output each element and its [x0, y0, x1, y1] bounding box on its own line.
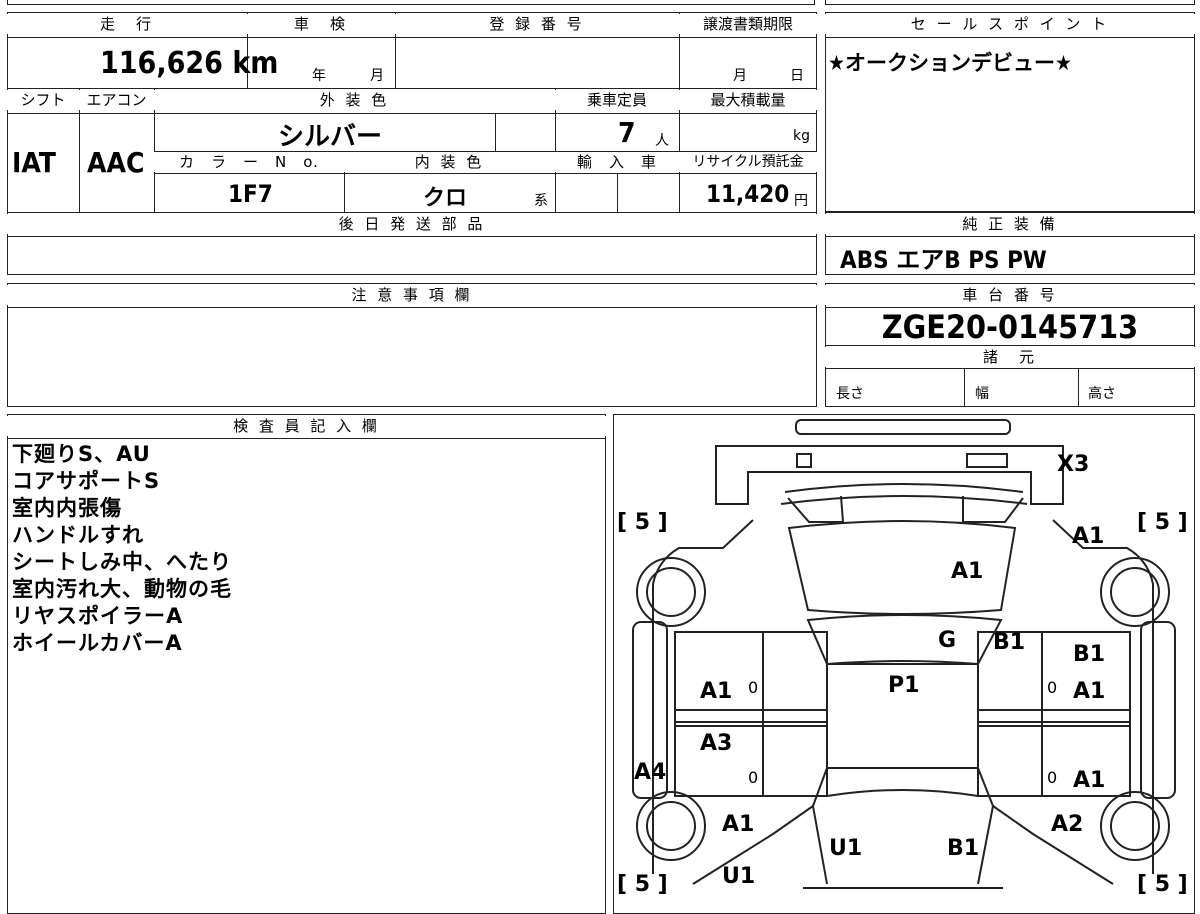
mark-left-rocker: A4: [634, 760, 667, 785]
mark-zero: 0: [1047, 678, 1058, 697]
mark-left-rear-door: A3: [700, 731, 733, 756]
note-line: 室内内張傷: [12, 496, 122, 520]
capacity-unit: 人: [655, 133, 669, 149]
capacity-value: 7: [618, 116, 636, 149]
transfer-day-unit: 日: [790, 68, 804, 84]
sales-point-text: ★オークションデビュー★: [828, 51, 1072, 75]
note-line: コアサポートS: [12, 469, 161, 493]
specs-header: 諸 元: [825, 347, 1195, 367]
capacity-header: 乗車定員: [555, 90, 679, 110]
mileage-header: 走 行: [7, 14, 247, 34]
note-line: シートしみ中、へたり: [12, 550, 232, 574]
inspection-month-unit: 月: [370, 68, 384, 84]
later-parts-header: 後 日 発 送 部 品: [7, 214, 817, 234]
chassis-number: ZGE20-0145713: [881, 308, 1139, 346]
transfer-deadline-header: 譲渡書類期限: [679, 14, 817, 34]
note-line: リヤスポイラーA: [12, 604, 184, 628]
mark-right-front-fender: A1: [1072, 524, 1105, 549]
mark-roof: P1: [888, 673, 920, 698]
mark-right-rear-door: A1: [1073, 768, 1106, 793]
mark-windshield: G: [938, 628, 957, 653]
chassis-header: 車 台 番 号: [825, 285, 1195, 305]
height-label: 高さ: [1088, 386, 1116, 402]
mark-zero: 0: [748, 768, 759, 787]
note-line: 下廻りS、AU: [12, 442, 151, 466]
sales-point-header: セ ー ル ス ポ イ ン ト: [825, 14, 1195, 34]
registration-header: 登 録 番 号: [395, 14, 679, 34]
exterior-color-value: シルバー: [278, 122, 383, 152]
exterior-color-header: 外 装 色: [154, 90, 555, 110]
tire-rear-right: [ 5 ]: [1137, 872, 1188, 897]
top-stub: [7, 0, 815, 5]
aircon-header: エアコン: [79, 90, 154, 110]
mark-x3: X3: [1057, 452, 1090, 477]
car-outline-drawing: [632, 419, 1176, 889]
width-label: 幅: [975, 386, 989, 402]
inspection-header: 車 検: [247, 14, 395, 34]
tire-front-right: [ 5 ]: [1137, 510, 1188, 535]
shift-header: シフト: [7, 90, 79, 110]
recycle-fee-header: リサイクル預託金: [679, 152, 817, 172]
mark-rear-left: U1: [722, 864, 756, 889]
mark-zero: 0: [748, 678, 759, 697]
recycle-fee-unit: 円: [794, 193, 808, 209]
length-label: 長さ: [836, 386, 864, 402]
mileage-value: 116,626 km: [100, 46, 279, 81]
max-load-unit: kg: [793, 128, 810, 144]
import-header: 輸 入 車: [555, 152, 679, 172]
shift-value: IAT: [12, 146, 56, 179]
mark-right-fender: B1: [1073, 642, 1106, 667]
mark-hood: A1: [951, 559, 984, 584]
inspection-year-unit: 年: [312, 68, 326, 84]
tire-front-left: [ 5 ]: [617, 510, 668, 535]
mark-right-quarter: A2: [1051, 812, 1084, 837]
interior-color-value: クロ: [423, 186, 468, 211]
inspector-notes: 下廻りS、AU コアサポートS 室内内張傷 ハンドルすれ シートしみ中、へたり …: [12, 441, 232, 657]
standard-equipment-text: ABS エアB PS PW: [840, 246, 1047, 274]
max-load-header: 最大積載量: [679, 90, 817, 110]
mark-trunk-left: U1: [829, 836, 863, 861]
mark-right-front-door: A1: [1073, 679, 1106, 704]
mark-trunk-right: B1: [947, 836, 980, 861]
inspector-header: 検 査 員 記 入 欄: [7, 416, 606, 436]
mark-roof-right: B1: [993, 630, 1026, 655]
mark-zero: 0: [1047, 768, 1058, 787]
note-line: 室内汚れ大、動物の毛: [12, 577, 232, 601]
aircon-value: AAC: [87, 146, 145, 179]
mark-left-front-door: A1: [700, 679, 733, 704]
color-no-header: カ ラ ー N o.: [154, 152, 344, 172]
color-no-value: 1F7: [228, 180, 273, 208]
interior-color-header: 内 装 色: [344, 152, 555, 172]
note-line: ハンドルすれ: [12, 523, 144, 547]
interior-color-suffix: 系: [534, 193, 548, 209]
tire-rear-left: [ 5 ]: [617, 872, 668, 897]
mark-left-quarter: A1: [722, 812, 755, 837]
note-line: ホイールカバーA: [12, 631, 183, 655]
recycle-fee-value: 11,420: [706, 180, 790, 208]
transfer-month-unit: 月: [733, 68, 747, 84]
caution-header: 注 意 事 項 欄: [7, 285, 817, 305]
standard-equipment-header: 純 正 装 備: [825, 214, 1195, 234]
